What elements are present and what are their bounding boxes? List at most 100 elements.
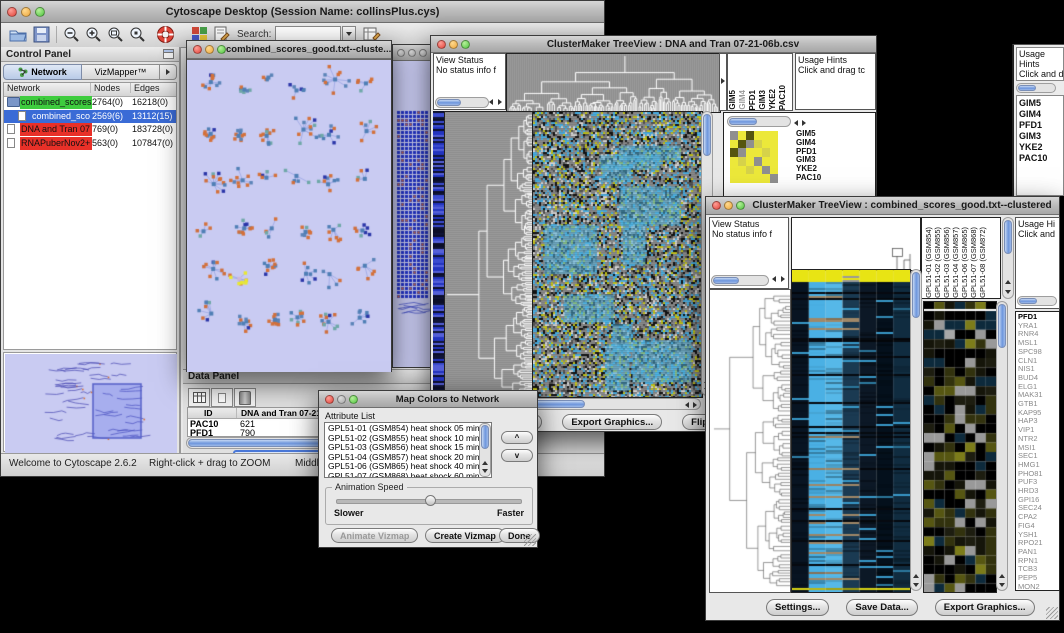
minimize-button[interactable] [449,40,458,49]
network-table-row[interactable]: RNAPuberNov2+ 563(0) 107847(0) [4,137,176,150]
minimize-button[interactable] [21,7,31,17]
zoom-button[interactable] [461,40,470,49]
hidden-treeview-scrollbar[interactable] [1016,83,1056,93]
zoom-selected-icon[interactable] [129,26,146,43]
scroll-up-icon[interactable] [913,574,919,578]
treeview-button[interactable]: Export Graphics... [562,414,662,430]
treeview-combined-titlebar[interactable]: ClusterMaker TreeView : combined_scores_… [706,197,1059,215]
zoom-out-icon[interactable] [63,26,80,43]
gene-label[interactable]: PAC10 [1019,153,1061,164]
network-view-titlebar[interactable]: combined_scores_good.txt--cluste... [187,41,391,59]
scroll-down-icon[interactable] [913,583,919,587]
network-table-row[interactable]: combined_scores 2764(0) 16218(0) [4,96,176,109]
move-down-button[interactable]: v [501,449,533,462]
column-label[interactable]: GPL51-04 (GSM857) [951,227,960,298]
scroll-left-icon[interactable] [489,99,493,105]
save-session-icon[interactable] [33,26,50,43]
scroll-right-icon[interactable] [721,78,725,84]
col-nodes[interactable]: Nodes [90,83,120,93]
close-button[interactable] [397,49,405,57]
usage-hints-scrollbar[interactable] [1017,296,1057,306]
birdseye-canvas[interactable] [5,354,177,454]
zoom-button[interactable] [736,201,745,210]
minimize-button[interactable] [205,45,214,54]
scroll-left-icon[interactable] [772,276,776,282]
scroll-left-icon[interactable] [685,402,689,408]
gene-label[interactable]: GIM3 [1019,131,1061,142]
column-label[interactable]: GPL51-06 (GSM865) [960,227,969,298]
grid-window-titlebar[interactable] [393,45,433,61]
column-labels-scrollbar[interactable] [1002,217,1014,299]
speed-slider[interactable] [336,499,522,504]
scroll-right-icon[interactable] [498,99,502,105]
gene-name-strip-canvas[interactable] [433,111,444,396]
zoom-in-icon[interactable] [85,26,102,43]
close-button[interactable] [712,201,721,210]
minimize-button[interactable] [724,201,733,210]
scroll-up-icon[interactable] [482,461,488,465]
similarity-matrix[interactable] [730,131,778,183]
column-label[interactable]: GIM5 [728,90,738,110]
network-table-row[interactable]: DNA and Tran 07 769(0) 183728(0) [4,123,176,136]
tab-network[interactable]: Network [3,64,82,80]
row-dendrogram-canvas[interactable] [444,111,534,398]
column-dendrogram-canvas[interactable] [791,217,921,271]
attribute-list[interactable]: GPL51-01 (GSM854) heat shock 05 minGPL51… [324,422,492,478]
id-column-header[interactable]: ID [204,408,213,418]
col-network[interactable]: Network [7,83,40,93]
scroll-up-icon[interactable] [999,574,1005,578]
dialog-titlebar[interactable]: Map Colors to Network [319,391,537,408]
table-mode-icon[interactable] [188,388,210,407]
treeview-dna-titlebar[interactable]: ClusterMaker TreeView : DNA and Tran 07-… [431,36,876,53]
open-session-icon[interactable] [9,26,27,43]
gene-label[interactable]: MON2 [1018,583,1059,591]
column-label[interactable]: YKE2 [768,89,778,110]
treeview-button[interactable]: Export Graphics... [935,599,1035,616]
minimize-button[interactable] [408,49,416,57]
close-button[interactable] [7,7,17,17]
column-label[interactable]: PFD1 [748,90,758,110]
column-label[interactable]: GIM3 [758,90,768,110]
zoom-button[interactable] [217,45,226,54]
attribute-list-scrollbar[interactable] [479,423,491,477]
tab-vizmapper[interactable]: VizMapper™ [82,64,160,80]
gene-label[interactable]: YKE2 [1019,142,1061,153]
scroll-left-icon[interactable] [794,120,798,126]
combined-heatmap-vscrollbar[interactable] [910,269,922,591]
gene-label[interactable]: PFD1 [1019,120,1061,131]
row-label[interactable]: PAC10 [796,174,821,183]
create-vizmap-button[interactable]: Create Vizmap [425,528,505,543]
treeview-button[interactable]: Settings... [766,599,829,616]
column-dendrogram-canvas[interactable] [506,53,721,113]
dna-heatmap-canvas[interactable] [532,111,703,398]
delete-attribute-icon[interactable] [234,388,256,407]
view-status-scrollbar[interactable] [711,275,769,286]
combined-heatmap-canvas[interactable] [791,269,911,593]
float-panel-icon[interactable] [163,49,174,59]
column-label[interactable]: GPL51-03 (GSM856) [942,227,951,298]
zoom-button[interactable] [349,395,358,404]
column-label[interactable]: GIM4 [738,90,748,110]
scroll-right-icon[interactable] [802,120,806,126]
scroll-down-icon[interactable] [999,583,1005,587]
move-up-button[interactable]: ^ [501,431,533,444]
column-label[interactable]: GPL51-01 (GSM854) [924,227,933,298]
network-view-canvas[interactable] [187,59,391,372]
matrix-hscrollbar[interactable] [727,116,791,127]
help-icon[interactable] [156,25,175,44]
zoom-button[interactable] [419,49,427,57]
main-titlebar[interactable]: Cytoscape Desktop (Session Name: collins… [1,1,604,23]
close-button[interactable] [325,395,334,404]
scroll-down-icon[interactable] [482,469,488,473]
grid-network-canvas[interactable] [393,61,433,367]
close-button[interactable] [437,40,446,49]
new-attribute-icon[interactable] [211,388,233,407]
zoom-fit-icon[interactable] [107,26,124,43]
close-button[interactable] [193,45,202,54]
scroll-up-icon[interactable] [1005,280,1011,284]
slider-thumb[interactable] [425,495,436,506]
scroll-right-icon[interactable] [693,402,697,408]
animate-vizmap-button[interactable]: Animate Vizmap [331,528,418,543]
gene-label[interactable]: GIM4 [1019,109,1061,120]
network-table-row[interactable]: combined_sco 2569(6) 13112(15) [4,110,176,123]
